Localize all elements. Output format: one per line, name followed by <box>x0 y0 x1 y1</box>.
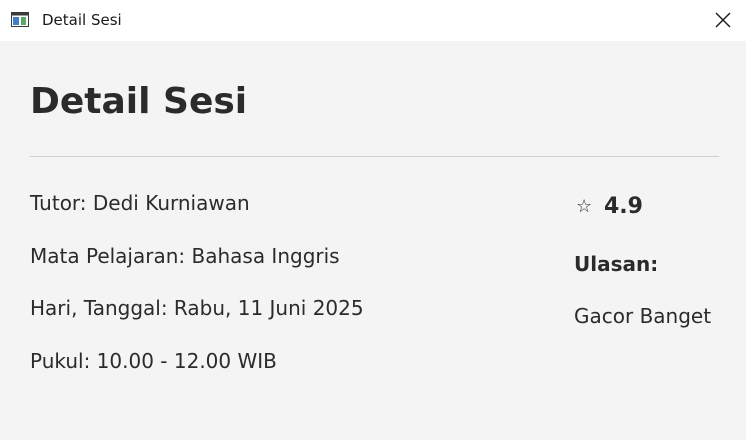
close-button[interactable] <box>700 0 746 41</box>
title-bar: Detail Sesi <box>0 0 746 41</box>
app-window-icon <box>11 12 29 27</box>
divider <box>30 156 719 157</box>
review-text: Gacor Banget <box>574 304 712 328</box>
subject-label: Mata Pelajaran: Bahasa Inggris <box>30 244 340 268</box>
session-detail-window: Detail Sesi Detail Sesi Tutor: Dedi Kurn… <box>0 0 746 440</box>
close-icon <box>715 12 731 28</box>
rating: ☆ 4.9 <box>576 192 643 222</box>
window-title: Detail Sesi <box>42 11 122 29</box>
review-heading: Ulasan: <box>574 252 659 276</box>
rating-value: 4.9 <box>604 194 643 219</box>
date-label: Hari, Tanggal: Rabu, 11 Juni 2025 <box>30 296 364 320</box>
time-label: Pukul: 10.00 - 12.00 WIB <box>30 349 277 373</box>
star-icon: ☆ <box>576 196 593 217</box>
tutor-label: Tutor: Dedi Kurniawan <box>30 191 250 215</box>
page-title: Detail Sesi <box>30 81 248 122</box>
